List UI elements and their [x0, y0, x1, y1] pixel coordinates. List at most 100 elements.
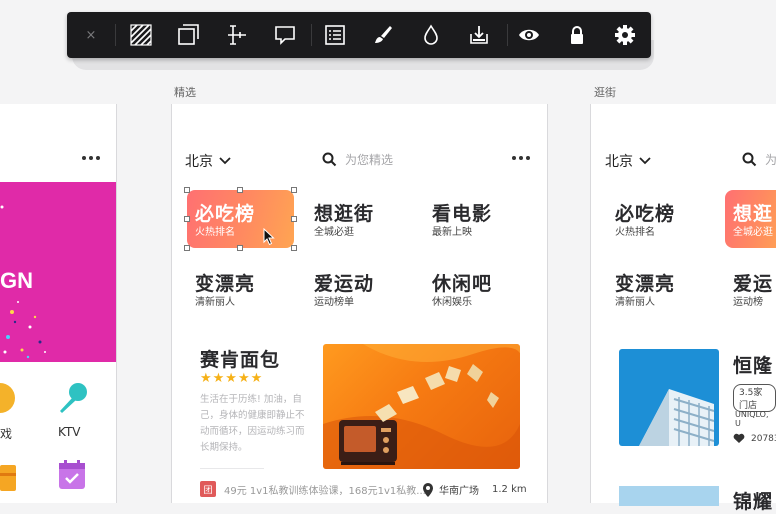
mall-name[interactable]: 锦耀: [733, 487, 773, 514]
comment-button[interactable]: [271, 21, 299, 49]
category-title[interactable]: 变漂亮: [615, 269, 675, 296]
city-label: 北京: [185, 154, 213, 170]
location-row[interactable]: 华南广场 1.2 km: [422, 482, 527, 497]
lock-button[interactable]: [563, 21, 591, 49]
shop-photo[interactable]: [323, 344, 520, 469]
microphone-icon[interactable]: [56, 381, 90, 419]
preview-button[interactable]: [515, 21, 543, 49]
promo-banner[interactable]: GN: [0, 182, 116, 362]
category-subtitle: 清新丽人: [615, 297, 655, 308]
brush-icon: [375, 26, 392, 43]
gear-icon: [615, 25, 635, 45]
category-title[interactable]: 休闲吧: [432, 269, 492, 296]
location-pin-icon: [423, 482, 433, 497]
frame-button[interactable]: [175, 21, 203, 49]
category-title: 想逛: [733, 203, 774, 225]
selection-handle[interactable]: [291, 187, 297, 193]
city-selector[interactable]: 北京: [185, 151, 231, 171]
more-menu[interactable]: [512, 156, 530, 160]
lock-icon: [571, 26, 583, 44]
search-field-right[interactable]: 为: [742, 151, 776, 168]
category-subtitle: 运动榜: [733, 297, 763, 308]
drop-icon: [424, 24, 438, 45]
selection-handle[interactable]: [184, 245, 190, 251]
category-subtitle: 火热排名: [615, 227, 655, 238]
left-item-label: 戏: [0, 427, 13, 441]
frame-icon: [178, 24, 199, 45]
toaster-illustration: [323, 344, 520, 469]
pacman-icon[interactable]: [0, 383, 20, 417]
category-title[interactable]: 爱运: [733, 269, 773, 296]
settings-button[interactable]: [611, 21, 639, 49]
category-title[interactable]: 变漂亮: [195, 269, 255, 296]
category-subtitle: 火热排名: [195, 227, 235, 238]
category-subtitle: 最新上映: [432, 227, 472, 238]
search-icon: [322, 152, 337, 167]
hatch-icon: [130, 24, 152, 46]
city-label: 北京: [605, 154, 633, 170]
artboard-label-right[interactable]: 逛街: [594, 84, 616, 100]
list-button[interactable]: [321, 21, 349, 49]
location-name: 华南广场: [439, 486, 479, 497]
list-icon: [325, 25, 345, 45]
chevron-down-icon: [639, 157, 651, 165]
category-title[interactable]: 爱运动: [314, 269, 374, 296]
eye-icon: [519, 29, 539, 41]
store-count-tag: 3.5家门店: [733, 384, 776, 412]
likes-row[interactable]: 20783: [733, 433, 776, 444]
mouse-cursor-icon: [263, 228, 275, 246]
more-menu-left[interactable]: [82, 156, 100, 160]
category-subtitle: 运动榜单: [314, 297, 354, 308]
category-title[interactable]: 必吃榜: [615, 199, 675, 226]
likes-count: 20783: [751, 433, 776, 444]
category-subtitle: 休闲娱乐: [432, 297, 472, 308]
mall-photo-2[interactable]: [619, 486, 719, 506]
banner-text: GN: [0, 268, 33, 293]
category-subtitle: 全城必逛: [314, 227, 354, 238]
search-placeholder: 为您精选: [345, 153, 394, 167]
search-field[interactable]: 为您精选: [322, 151, 393, 168]
selection-handle[interactable]: [237, 245, 243, 251]
search-icon: [742, 152, 757, 167]
toolbar-divider: [115, 24, 116, 46]
toolbar-divider: [311, 24, 312, 46]
deal-badge: 团: [200, 481, 216, 497]
mall-photo[interactable]: [619, 349, 719, 446]
measure-button[interactable]: [223, 21, 251, 49]
brand-list: UNIQLO, U: [735, 410, 769, 428]
calendar-icon[interactable]: [58, 459, 86, 495]
selection-handle[interactable]: [184, 216, 190, 222]
deal-text: 49元 1v1私教训练体验课，168元1v1私教...: [224, 485, 426, 497]
briefcase-icon[interactable]: [0, 461, 18, 497]
brush-button[interactable]: [369, 21, 397, 49]
hatch-button[interactable]: [127, 21, 155, 49]
comment-icon: [275, 26, 295, 45]
distance: 1.2 km: [492, 484, 527, 495]
category-title[interactable]: 想逛街: [314, 199, 374, 226]
deal-row[interactable]: 团 49元 1v1私教训练体验课，168元1v1私教...: [200, 481, 426, 497]
rating-stars: ★★★★★: [200, 371, 264, 386]
city-selector-right[interactable]: 北京: [605, 151, 651, 171]
selection-handle[interactable]: [291, 216, 297, 222]
toolbar-divider: [507, 24, 508, 46]
close-icon: ×: [85, 27, 97, 43]
building-illustration: [639, 389, 715, 446]
heart-icon: [733, 433, 745, 443]
download-button[interactable]: [465, 21, 493, 49]
left-item-label: KTV: [58, 425, 81, 439]
category-title: 必吃榜: [195, 203, 256, 225]
mall-name[interactable]: 恒隆: [733, 351, 773, 378]
selection-handle[interactable]: [237, 187, 243, 193]
close-button[interactable]: ×: [77, 21, 105, 49]
artboard-label-middle[interactable]: 精选: [174, 84, 196, 100]
download-icon: [470, 26, 488, 44]
design-toolbar: ×: [67, 12, 651, 58]
shop-description: 生活在于历练! 加油，自己，身体的健康即静止不动而循环，因运动练习而长期保持。: [200, 394, 305, 453]
selection-handle[interactable]: [184, 187, 190, 193]
category-subtitle: 清新丽人: [195, 297, 235, 308]
category-title[interactable]: 看电影: [432, 199, 492, 226]
chevron-down-icon: [219, 157, 231, 165]
selection-handle[interactable]: [291, 245, 297, 251]
shop-name[interactable]: 赛肯面包: [200, 345, 280, 372]
drop-button[interactable]: [417, 21, 445, 49]
